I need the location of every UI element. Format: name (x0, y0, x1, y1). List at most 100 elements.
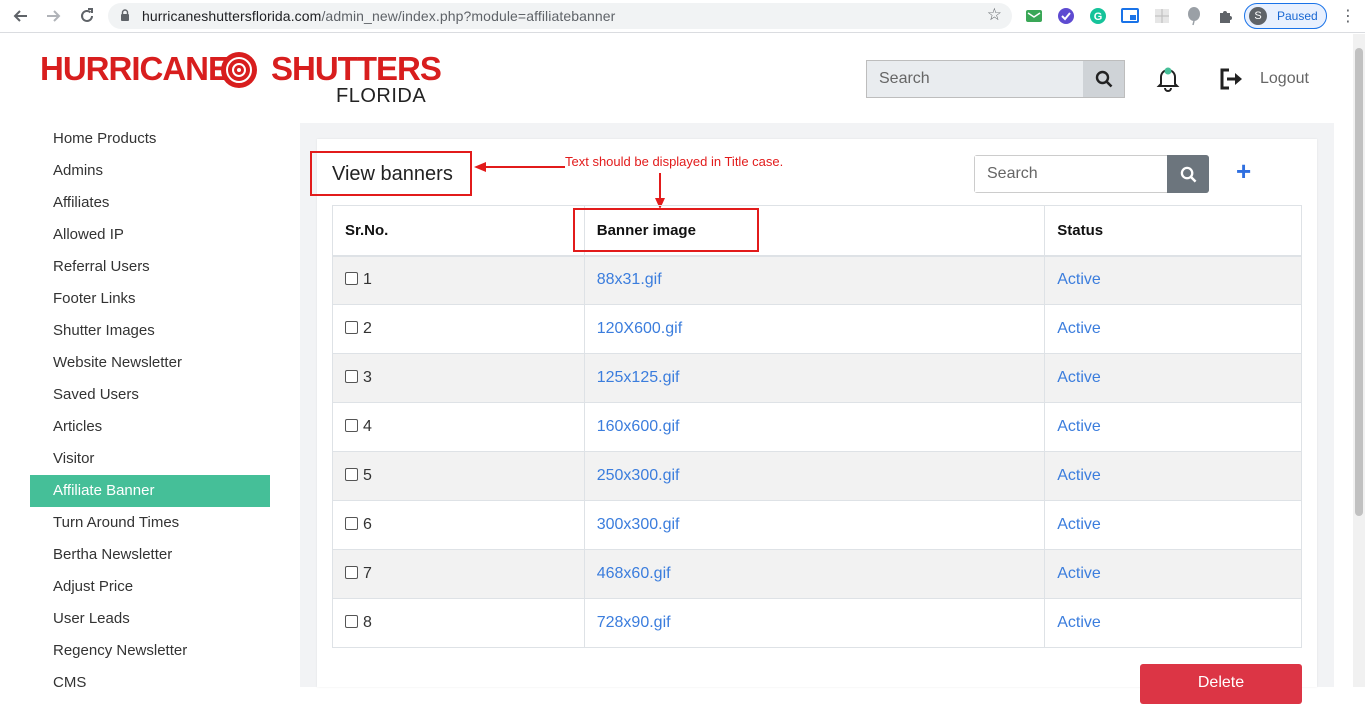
table-header-row: Sr.No. Banner image Status (332, 205, 1302, 257)
sidebar-item-referral-users[interactable]: Referral Users (30, 251, 270, 283)
profile-button[interactable]: S Paused (1244, 3, 1327, 29)
row-checkbox[interactable] (345, 517, 358, 530)
avatar: S (1249, 7, 1267, 25)
row-number: 2 (363, 320, 372, 337)
hurricane-swirl-icon (221, 52, 257, 88)
sidebar-item-visitor[interactable]: Visitor (30, 443, 270, 475)
row-number: 3 (363, 369, 372, 386)
banner-image-link[interactable]: 300x300.gif (597, 516, 680, 533)
balloon-extension-icon[interactable] (1184, 6, 1204, 26)
banner-image-link[interactable]: 468x60.gif (597, 565, 671, 582)
sidebar-item-turn-around-times[interactable]: Turn Around Times (30, 507, 270, 539)
annotation-box-title (310, 151, 472, 196)
sidebar-item-user-leads[interactable]: User Leads (30, 603, 270, 635)
delete-button[interactable]: Delete (1140, 664, 1302, 704)
table-row: 6 300x300.gif Active (332, 500, 1302, 550)
row-number: 4 (363, 418, 372, 435)
forward-arrow-icon[interactable] (42, 4, 66, 28)
sidebar-item-bertha-newsletter[interactable]: Bertha Newsletter (30, 539, 270, 571)
banner-image-link[interactable]: 728x90.gif (597, 614, 671, 631)
row-checkbox[interactable] (345, 468, 358, 481)
table-row: 8 728x90.gif Active (332, 598, 1302, 648)
scroll-thumb[interactable] (1355, 48, 1363, 516)
mail-extension-icon[interactable] (1024, 6, 1044, 26)
logo-subtitle: FLORIDA (336, 85, 427, 107)
banner-image-link[interactable]: 250x300.gif (597, 467, 680, 484)
lock-icon (121, 9, 129, 21)
search-icon (1180, 166, 1196, 182)
status-link[interactable]: Active (1057, 271, 1101, 288)
row-number: 8 (363, 614, 372, 631)
sidebar-item-affiliates[interactable]: Affiliates (30, 187, 270, 219)
status-link[interactable]: Active (1057, 565, 1101, 582)
status-link[interactable]: Active (1057, 369, 1101, 386)
table-search (974, 155, 1209, 193)
column-header-sr-no[interactable]: Sr.No. (332, 205, 585, 257)
url-text: hurricaneshuttersflorida.com/admin_new/i… (142, 8, 616, 24)
sidebar-item-admins[interactable]: Admins (30, 155, 270, 187)
table-row: 4 160x600.gif Active (332, 402, 1302, 452)
logout-link[interactable]: Logout (1260, 70, 1309, 88)
banner-table: Sr.No. Banner image Status 1 88x31.gif A… (332, 205, 1302, 648)
sidebar-item-articles[interactable]: Articles (30, 411, 270, 443)
sidebar-item-adjust-price[interactable]: Adjust Price (30, 571, 270, 603)
svg-text:G: G (1094, 11, 1103, 23)
banner-image-link[interactable]: 88x31.gif (597, 271, 662, 288)
logout-icon[interactable] (1219, 68, 1245, 90)
sidebar-item-saved-users[interactable]: Saved Users (30, 379, 270, 411)
status-link[interactable]: Active (1057, 516, 1101, 533)
status-link[interactable]: Active (1057, 467, 1101, 484)
sidebar-item-cms[interactable]: CMS (30, 667, 270, 699)
sidebar-nav: Home Products Admins Affiliates Allowed … (30, 123, 270, 699)
row-checkbox[interactable] (345, 615, 358, 628)
grammarly-icon[interactable]: G (1088, 6, 1108, 26)
header-search-input[interactable] (867, 61, 1083, 97)
row-checkbox[interactable] (345, 370, 358, 383)
row-number: 7 (363, 565, 372, 582)
sidebar-item-home-products[interactable]: Home Products (30, 123, 270, 155)
sidebar-item-website-newsletter[interactable]: Website Newsletter (30, 347, 270, 379)
table-row: 3 125x125.gif Active (332, 353, 1302, 403)
bookmark-star-icon[interactable]: ☆ (987, 5, 1002, 25)
search-icon (1095, 70, 1112, 88)
table-row: 1 88x31.gif Active (332, 255, 1302, 305)
check-extension-icon[interactable] (1056, 6, 1076, 26)
puzzle-extensions-icon[interactable] (1216, 6, 1236, 26)
sidebar-item-affiliate-banner[interactable]: Affiliate Banner (30, 475, 270, 507)
table-search-button[interactable] (1167, 155, 1209, 193)
more-menu-icon[interactable]: ⋮ (1340, 6, 1356, 26)
status-link[interactable]: Active (1057, 418, 1101, 435)
row-checkbox[interactable] (345, 419, 358, 432)
sidebar-item-footer-links[interactable]: Footer Links (30, 283, 270, 315)
site-logo[interactable]: HURRICANE SHUTTERS FLORIDA (40, 50, 442, 108)
column-header-status[interactable]: Status (1044, 205, 1302, 257)
table-row: 7 468x60.gif Active (332, 549, 1302, 599)
screen-extension-icon[interactable] (1120, 6, 1140, 26)
row-checkbox[interactable] (345, 272, 358, 286)
banner-image-link[interactable]: 160x600.gif (597, 418, 680, 435)
sidebar-item-shutter-images[interactable]: Shutter Images (30, 315, 270, 347)
grid-extension-icon[interactable] (1152, 6, 1172, 26)
banner-image-link[interactable]: 125x125.gif (597, 369, 680, 386)
banner-image-link[interactable]: 120X600.gif (597, 320, 682, 337)
profile-status: Paused (1277, 9, 1318, 23)
annotation-box-banner-image (573, 208, 759, 252)
page-scrollbar[interactable] (1353, 34, 1365, 687)
address-bar[interactable]: hurricaneshuttersflorida.com/admin_new/i… (108, 3, 1012, 29)
sidebar-item-allowed-ip[interactable]: Allowed IP (30, 219, 270, 251)
back-arrow-icon[interactable] (8, 4, 32, 28)
row-checkbox[interactable] (345, 321, 358, 334)
sidebar-item-regency-newsletter[interactable]: Regency Newsletter (30, 635, 270, 667)
header-search-button[interactable] (1083, 61, 1124, 97)
table-search-input[interactable] (975, 156, 1168, 192)
bell-icon[interactable] (1155, 66, 1181, 92)
annotation-note: Text should be displayed in Title case. (565, 154, 784, 169)
add-banner-button[interactable]: + (1236, 158, 1251, 184)
row-number: 1 (363, 271, 372, 289)
reload-icon[interactable] (75, 4, 99, 28)
status-link[interactable]: Active (1057, 320, 1101, 337)
row-number: 5 (363, 467, 372, 484)
status-link[interactable]: Active (1057, 614, 1101, 631)
browser-toolbar: hurricaneshuttersflorida.com/admin_new/i… (0, 0, 1365, 33)
row-checkbox[interactable] (345, 566, 358, 579)
